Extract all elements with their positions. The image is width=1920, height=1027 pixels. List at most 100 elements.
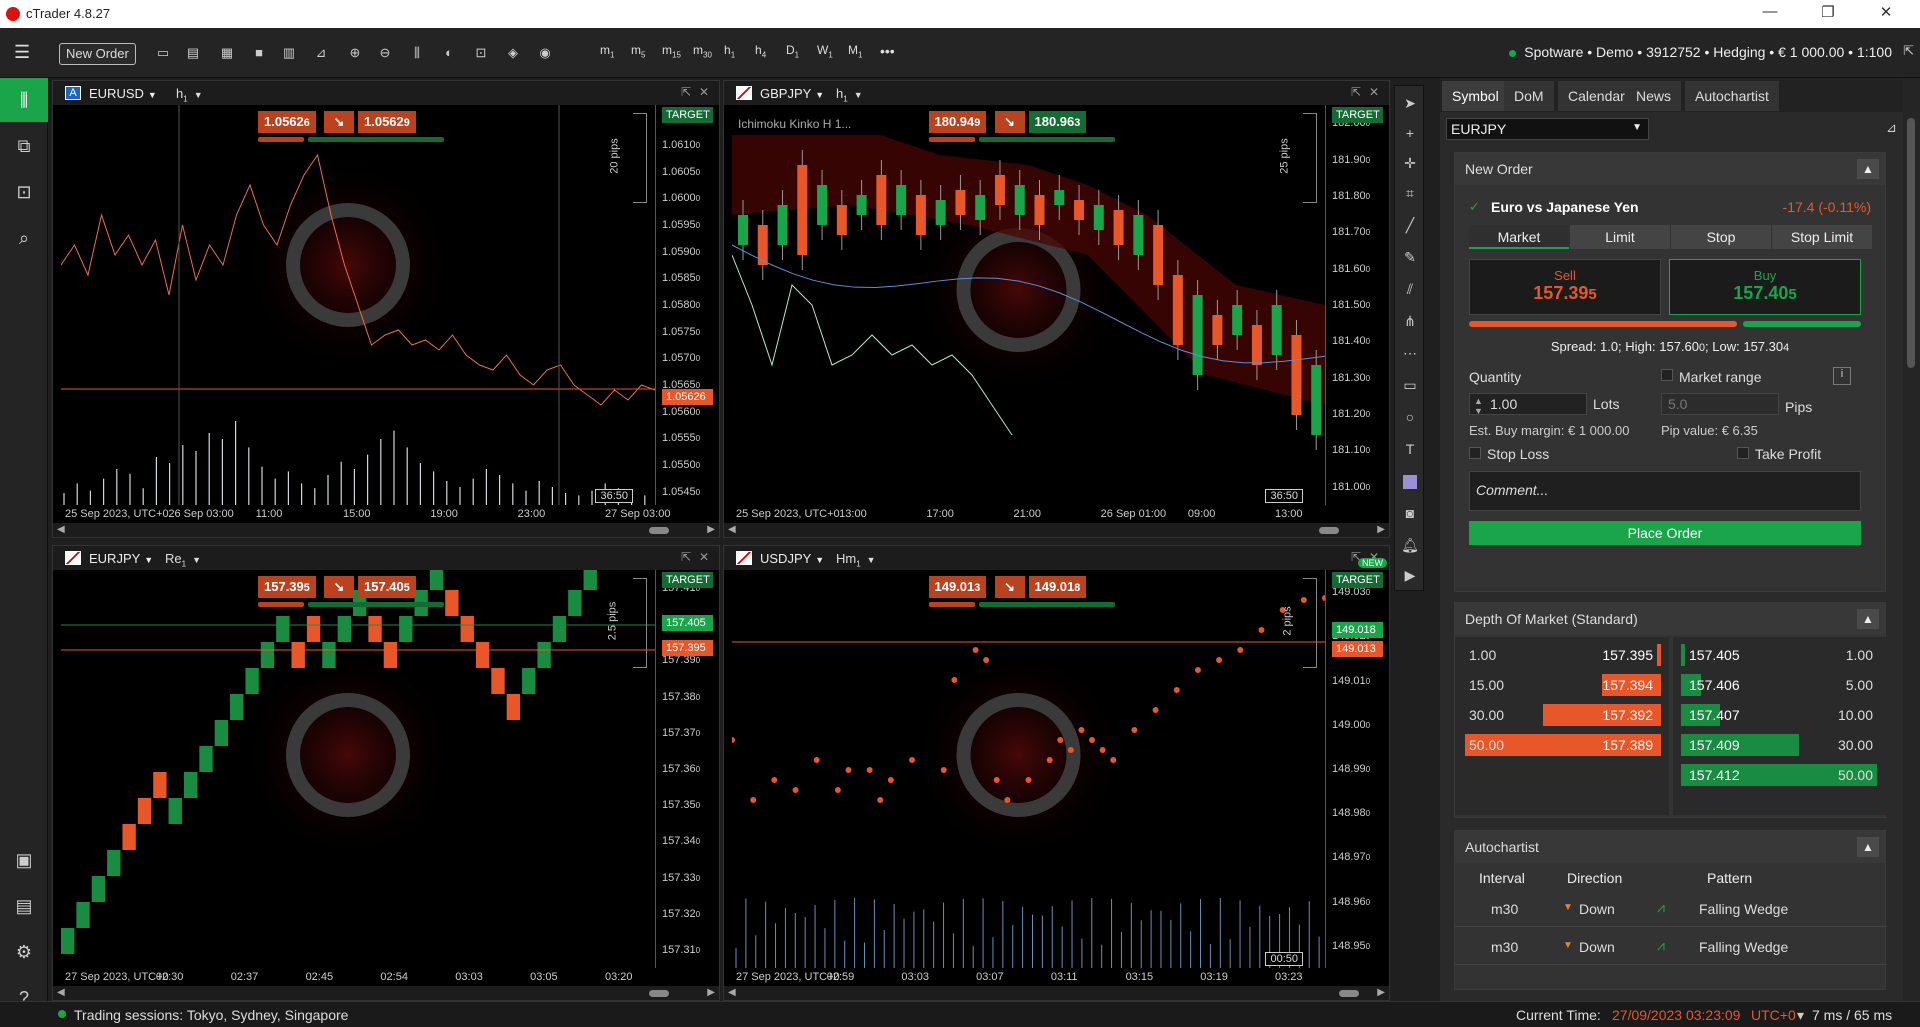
eye-icon[interactable]: ◉	[536, 45, 554, 61]
analyze-icon[interactable]: ⌕	[0, 216, 48, 260]
crop-icon[interactable]: ⌗	[1395, 180, 1425, 206]
place-order-button[interactable]: Place Order	[1469, 521, 1861, 545]
fib-grid-icon[interactable]: ⋯	[1395, 340, 1425, 366]
chart-scrollbar[interactable]: ◀ ▶	[53, 523, 719, 537]
maximize-icon[interactable]: ❐	[1808, 3, 1848, 21]
chart-symbol-selector[interactable]: EURJPY ▼	[89, 551, 153, 566]
timeframe-M1[interactable]: M1	[848, 43, 862, 59]
chart-scrollbar[interactable]: ◀ ▶	[724, 986, 1389, 1000]
order-tab-stop[interactable]: Stop	[1671, 225, 1771, 249]
panel-settings-icon[interactable]: ⊿	[1886, 120, 1897, 136]
timeframe-m30[interactable]: m30	[693, 43, 712, 59]
indicators-icon[interactable]: ⊿	[312, 45, 330, 61]
time-axis[interactable]: 25 Sep 2023, UTC+0 13:00 17:00 21:00 26 Sep …	[732, 505, 1325, 523]
chart-buy-quote[interactable]: 1.05629	[358, 111, 416, 133]
menu-icon[interactable]: ☰	[14, 42, 34, 63]
collapse-icon[interactable]: ▲	[1857, 159, 1879, 179]
timeframe-h1[interactable]: h1	[724, 43, 735, 59]
settings-icon[interactable]: ⚙	[0, 930, 48, 974]
dom-bid-row[interactable]: 30.00 157.392	[1461, 703, 1661, 727]
automate-icon[interactable]: ⊡	[0, 170, 48, 214]
collapse-icon[interactable]: ▲	[1857, 837, 1879, 857]
zoom-in-icon[interactable]: ⊕	[346, 45, 364, 61]
sell-arrow-icon[interactable]: ↘	[994, 111, 1025, 133]
timeframe-h4[interactable]: h4	[755, 43, 766, 59]
indicator-label[interactable]: Ichimoku Kinko H 1...	[738, 117, 851, 131]
pen-icon[interactable]: ✎	[1395, 244, 1425, 270]
time-axis[interactable]: 27 Sep 2023, UTC+0 02:59 03:03 03:07 03:11 03…	[732, 968, 1325, 986]
scroll-right-icon[interactable]: ▶	[707, 524, 715, 535]
chart-symbol-selector[interactable]: USDJPY ▼	[760, 551, 824, 566]
info-icon[interactable]: i	[1833, 367, 1851, 385]
camera-icon[interactable]: ◙	[1395, 500, 1425, 526]
tab-dom[interactable]: DoM	[1504, 81, 1554, 111]
quantity-stepper[interactable]: ▲ ▼ 1.00	[1469, 393, 1587, 416]
new-order-button[interactable]: New Order	[59, 43, 136, 65]
close-icon[interactable]: ✕	[1866, 3, 1906, 21]
ctrader-icon[interactable]: ◐	[440, 45, 458, 61]
color-icon[interactable]	[1395, 468, 1425, 494]
sell-arrow-icon[interactable]: ↘	[324, 111, 354, 133]
autochartist-row[interactable]: m30 ▼ Down ⩘ Falling Wedge	[1455, 895, 1887, 927]
dom-bid-row[interactable]: 15.00 157.394	[1461, 673, 1661, 697]
chart-mode-icon[interactable]: ▭	[154, 45, 172, 61]
minimize-icon[interactable]: —	[1750, 3, 1790, 20]
scroll-left-icon[interactable]: ◀	[57, 987, 65, 998]
target-tag[interactable]: TARGET	[1332, 107, 1383, 123]
timeframe-W1[interactable]: W1	[817, 43, 833, 59]
chart-buy-quote[interactable]: 157.405	[358, 576, 416, 598]
dom-ask-row[interactable]: 157.406 5.00	[1681, 673, 1881, 697]
target-tag[interactable]: TARGET	[662, 107, 713, 123]
scroll-thumb[interactable]	[1319, 527, 1339, 534]
panel-scrollbar[interactable]	[1903, 78, 1920, 1001]
chart-plot-area[interactable]: 149.013 ↘ 149.018 2 pips 00:50	[732, 570, 1325, 968]
comment-input[interactable]: Comment...	[1469, 471, 1861, 511]
dom-bid-row[interactable]: 50.00 157.389	[1461, 733, 1661, 757]
price-axis[interactable]: 157.410157.400157.390157.380157.370157.3…	[655, 570, 713, 968]
line-icon[interactable]: ╱	[1395, 212, 1425, 238]
stop-loss-checkbox[interactable]	[1469, 447, 1481, 459]
account-info[interactable]: Spotware • Demo • 3912752 • Hedging • € …	[1509, 44, 1892, 60]
scroll-left-icon[interactable]: ◀	[57, 524, 65, 535]
chart-timeframe-selector[interactable]: h1 ▼	[176, 86, 203, 104]
timeframe-m5[interactable]: m5	[631, 43, 645, 59]
chart-sell-quote[interactable]: 1.05626	[258, 111, 316, 133]
collapse-icon[interactable]: ▲	[1857, 609, 1879, 629]
order-tab-stop-limit[interactable]: Stop Limit	[1772, 225, 1872, 249]
dom-ask-row[interactable]: 157.409 30.00	[1681, 733, 1881, 757]
chart-scrollbar[interactable]: ◀ ▶	[724, 523, 1389, 537]
scroll-right-icon[interactable]: ▶	[1377, 987, 1385, 998]
tab-symbol[interactable]: Symbol	[1442, 81, 1509, 111]
text-icon[interactable]: T	[1395, 436, 1425, 462]
order-tab-limit[interactable]: Limit	[1570, 225, 1670, 249]
close-chart-icon[interactable]: ✕	[1369, 85, 1379, 99]
close-chart-icon[interactable]: ✕	[699, 550, 709, 564]
sell-arrow-icon[interactable]: ↘	[994, 576, 1025, 598]
candles-icon[interactable]: ⫼	[408, 45, 426, 61]
stepper-icon[interactable]: ▲ ▼	[1474, 396, 1483, 416]
crosshair-icon[interactable]: +	[1395, 120, 1425, 146]
dom-ask-row[interactable]: 157.405 1.00	[1681, 643, 1881, 667]
scroll-left-icon[interactable]: ◀	[728, 524, 736, 535]
timeframe-D1[interactable]: D1	[786, 43, 799, 59]
symbol-select[interactable]: EURJPY ▼	[1446, 118, 1649, 140]
chart-timeframe-selector[interactable]: Re1 ▼	[165, 551, 201, 569]
scroll-thumb[interactable]	[1339, 990, 1359, 997]
detach-icon[interactable]: ⇱	[681, 550, 691, 564]
chart-timeframe-selector[interactable]: h1 ▼	[836, 86, 863, 104]
chart-symbol-selector[interactable]: EURUSD ▼	[89, 86, 157, 101]
chart-sell-quote[interactable]: 149.013	[928, 576, 987, 598]
store-icon[interactable]: ▣	[0, 838, 48, 882]
crosshair-alt-icon[interactable]: ✛	[1395, 150, 1425, 176]
chart-timeframe-selector[interactable]: Hm1 ▼	[836, 551, 876, 569]
detach-icon[interactable]: ⇱	[681, 85, 691, 99]
chart-eurusd[interactable]: A EURUSD ▼ h1 ▼ ⇱ ✕ 1.05626 ↘ 1.05629 20 pips 36:50…	[52, 80, 720, 538]
scroll-right-icon[interactable]: ▶	[1377, 524, 1385, 535]
detach-icon[interactable]: ⇱	[1351, 85, 1361, 99]
rectangle-icon[interactable]: ▭	[1395, 372, 1425, 398]
expand-icon[interactable]: ⇱	[1903, 43, 1914, 59]
market-range-checkbox[interactable]	[1661, 369, 1673, 381]
chart-usdjpy[interactable]: USDJPY ▼ Hm1 ▼ ⇱ ✕ 149.013 ↘ 149.018 2 pips 00:50 1…	[723, 545, 1390, 1001]
dom-bid-row[interactable]: 1.00 157.395	[1461, 643, 1661, 667]
timeframe-m15[interactable]: m15	[662, 43, 681, 59]
